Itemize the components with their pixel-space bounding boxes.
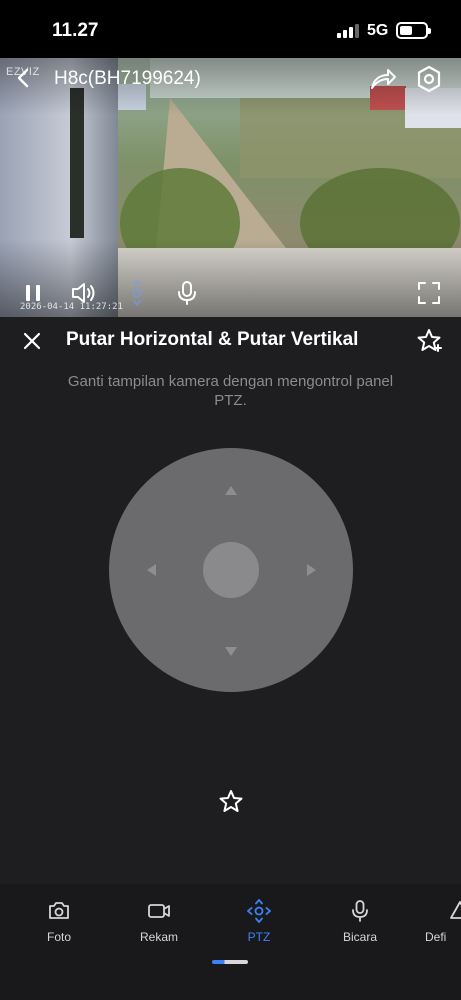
- camera-title: H8c(BH7199624): [54, 68, 201, 89]
- tab-foto[interactable]: Foto: [24, 898, 94, 944]
- ptz-icon: [247, 899, 271, 923]
- share-arrow-icon: [371, 69, 396, 89]
- microphone-icon: [352, 900, 368, 922]
- toolbar-scroll-indicator: [212, 960, 248, 964]
- arrow-left-icon[interactable]: [147, 564, 156, 576]
- tab-label: PTZ: [247, 930, 271, 944]
- share-button[interactable]: [368, 64, 398, 94]
- battery-icon: [396, 22, 431, 39]
- favorite-preset-button[interactable]: [414, 326, 444, 356]
- ptz-icon: [132, 280, 142, 306]
- microphone-icon: [178, 281, 196, 305]
- arrow-up-icon[interactable]: [225, 486, 237, 495]
- volume-button[interactable]: [68, 278, 98, 308]
- fullscreen-button[interactable]: [414, 278, 444, 308]
- star-icon: [219, 790, 243, 812]
- tab-definition[interactable]: Defi: [425, 898, 461, 944]
- fullscreen-icon: [418, 282, 440, 304]
- speaker-icon: [72, 283, 95, 303]
- preset-button[interactable]: [216, 787, 246, 817]
- gear-icon: [417, 65, 441, 93]
- video-record-icon: [148, 904, 170, 918]
- live-video-view[interactable]: EZVIZ H8c(BH7199624) 2026-04-14 11:27:21: [0, 58, 461, 317]
- ptz-joystick[interactable]: [109, 448, 353, 692]
- network-type: 5G: [367, 22, 389, 39]
- ptz-panel: Putar Horizontal & Putar Vertikal Ganti …: [0, 317, 461, 884]
- tab-rekam[interactable]: Rekam: [124, 898, 194, 944]
- ptz-toggle-button[interactable]: [122, 278, 152, 308]
- bottom-toolbar: Foto Rekam PTZ Bicara Defi: [0, 884, 461, 1000]
- tab-label: Defi: [425, 930, 447, 944]
- arrow-down-icon[interactable]: [225, 647, 237, 656]
- microphone-button[interactable]: [172, 278, 202, 308]
- chevron-left-icon: [17, 68, 29, 88]
- star-add-icon: [417, 329, 442, 352]
- close-button[interactable]: [18, 327, 46, 355]
- settings-button[interactable]: [414, 64, 444, 94]
- arrow-right-icon[interactable]: [307, 564, 316, 576]
- pause-icon: [26, 285, 40, 301]
- pause-button[interactable]: [18, 278, 48, 308]
- tab-ptz[interactable]: PTZ: [224, 898, 294, 944]
- cellular-signal-icon: [337, 24, 361, 38]
- definition-icon: [450, 901, 461, 919]
- tab-bicara[interactable]: Bicara: [325, 898, 395, 944]
- tab-label: Rekam: [139, 930, 178, 944]
- panel-title: Putar Horizontal & Putar Vertikal: [66, 329, 359, 350]
- close-icon: [23, 332, 41, 350]
- panel-description: Ganti tampilan kamera dengan mengontrol …: [67, 373, 394, 409]
- back-button[interactable]: [10, 64, 38, 92]
- status-bar: 11.27 5G: [0, 0, 461, 58]
- camera-icon: [49, 902, 69, 919]
- joystick-handle[interactable]: [203, 542, 259, 598]
- status-time: 11.27: [52, 20, 99, 41]
- tab-label: Foto: [46, 930, 71, 944]
- tab-label: Bicara: [342, 930, 377, 944]
